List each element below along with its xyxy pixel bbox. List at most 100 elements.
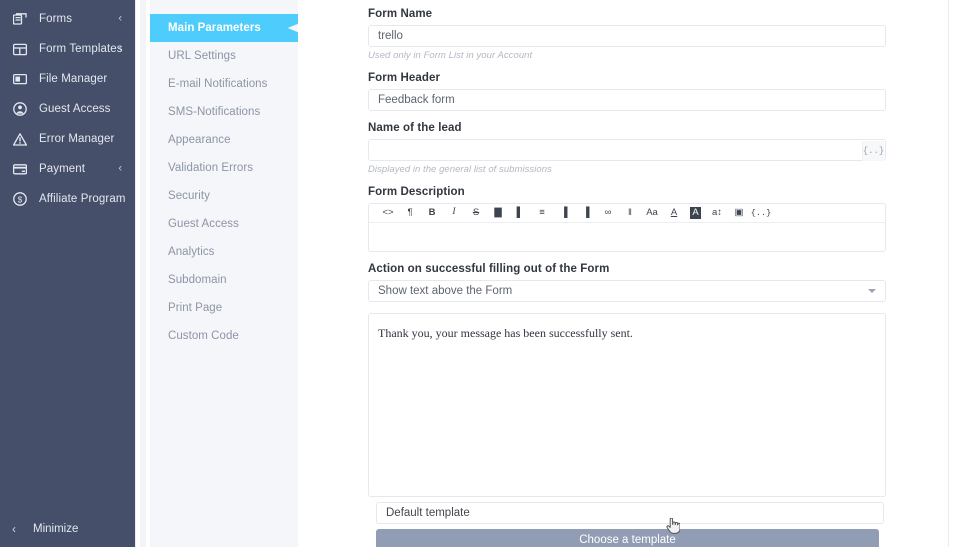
submenu-item-label: Custom Code <box>168 330 239 342</box>
indent-increase-icon[interactable]: ▐ <box>553 204 575 222</box>
sidebar-item-file-manager[interactable]: File Manager <box>0 64 135 94</box>
submenu-item-guest-access[interactable]: Guest Access <box>150 210 298 238</box>
form-description-editor: <> ¶ B I S ▇ ▌ ≡ ▐ ▐ ∞ ‖ Aa A A a↕ ▣ {..… <box>368 203 886 252</box>
success-action-value: Show text above the Form <box>378 285 513 297</box>
choose-template-button[interactable]: Choose a template <box>376 529 879 547</box>
submenu-item-url-settings[interactable]: URL Settings <box>150 42 298 70</box>
text-color-icon[interactable]: A <box>663 204 685 222</box>
sidebar-item-label: Affiliate Program <box>39 193 126 205</box>
line-height-icon[interactable]: a↕ <box>706 204 728 222</box>
sidebar-item-label: File Manager <box>39 73 108 85</box>
highlight-color-icon[interactable]: A <box>690 207 701 219</box>
insert-image-icon[interactable]: ▣ <box>728 204 750 222</box>
submenu-item-main-parameters[interactable]: Main Parameters <box>150 14 298 42</box>
align-left-icon[interactable]: ▇ <box>487 204 509 222</box>
form-description-field-group: Form Description <> ¶ B I S ▇ ▌ ≡ ▐ ▐ ∞ <box>368 186 886 252</box>
submenu-item-email-notifications[interactable]: E-mail Notifications <box>150 70 298 98</box>
submenu-item-label: Security <box>168 190 210 202</box>
bold-icon[interactable]: B <box>421 204 443 222</box>
strikethrough-icon[interactable]: S <box>465 204 487 222</box>
submenu-item-custom-code[interactable]: Custom Code <box>150 322 298 350</box>
chevron-left-icon[interactable]: ‹ <box>118 163 122 175</box>
dollar-circle-icon: $ <box>10 189 30 209</box>
form-name-field-group: Form Name trello Used only in Form List … <box>368 8 886 61</box>
chevron-left-icon[interactable]: ‹ <box>118 13 122 25</box>
submenu-item-print-page[interactable]: Print Page <box>150 294 298 322</box>
submenu-item-label: Appearance <box>168 134 231 146</box>
svg-text:$: $ <box>18 195 23 204</box>
editor-toolbar: <> ¶ B I S ▇ ▌ ≡ ▐ ▐ ∞ ‖ Aa A A a↕ ▣ {..… <box>369 204 885 223</box>
chevron-left-icon: ‹ <box>12 522 16 536</box>
form-description-label: Form Description <box>368 186 465 198</box>
user-circle-icon <box>10 99 30 119</box>
submenu-item-subdomain[interactable]: Subdomain <box>150 266 298 294</box>
settings-submenu: Main Parameters URL Settings E-mail Noti… <box>150 0 298 547</box>
submenu-item-label: Print Page <box>168 302 223 314</box>
indent-left-icon[interactable]: ▌ <box>509 204 531 222</box>
bullet-list-icon[interactable]: ≡ <box>531 204 553 222</box>
link-icon[interactable]: ∞ <box>597 204 619 222</box>
submenu-item-label: SMS-Notifications <box>168 106 261 118</box>
indent-decrease-icon[interactable]: ▐ <box>575 204 597 222</box>
success-action-label: Action on successful filling out of the … <box>368 263 610 275</box>
merge-tag-icon[interactable]: {..} <box>862 141 884 161</box>
template-name-input[interactable]: Default template <box>376 502 884 524</box>
sidebar-item-forms[interactable]: Forms ‹ <box>0 4 135 34</box>
font-size-icon[interactable]: Aa <box>641 204 663 222</box>
form-name-input[interactable]: trello <box>368 25 886 47</box>
submenu-item-appearance[interactable]: Appearance <box>150 126 298 154</box>
submenu-item-analytics[interactable]: Analytics <box>150 238 298 266</box>
pilcrow-icon[interactable]: ¶ <box>399 204 421 222</box>
main-content: Form Name trello Used only in Form List … <box>298 0 960 547</box>
sidebar-item-label: Form Templates <box>39 43 123 55</box>
success-message-text: Thank you, your message has been success… <box>378 326 633 340</box>
template-name-value: Default template <box>386 507 470 519</box>
lead-name-field-group: Name of the lead {..} Displayed in the g… <box>368 122 886 175</box>
italic-icon[interactable]: I <box>443 204 465 222</box>
success-message-box[interactable]: Thank you, your message has been success… <box>368 313 886 497</box>
submenu-item-security[interactable]: Security <box>150 182 298 210</box>
sidebar-item-affiliate-program[interactable]: $ Affiliate Program <box>0 184 135 214</box>
submenu-list: Main Parameters URL Settings E-mail Noti… <box>150 14 298 350</box>
merge-tag-icon[interactable]: {..} <box>750 204 772 222</box>
lead-name-input[interactable]: {..} <box>368 139 886 161</box>
chevron-down-icon <box>868 289 876 293</box>
form-header-input[interactable]: Feedback form <box>368 89 886 111</box>
form-header-field-group: Form Header Feedback form <box>368 72 886 111</box>
sidebar-item-label: Error Manager <box>39 133 115 145</box>
form-header-value: Feedback form <box>378 94 455 106</box>
minimize-label: Minimize <box>33 523 79 535</box>
sidebar-item-guest-access[interactable]: Guest Access <box>0 94 135 124</box>
sidebar-item-label: Payment <box>39 163 86 175</box>
submenu-item-label: E-mail Notifications <box>168 78 268 90</box>
templates-icon <box>10 39 30 59</box>
sidebar-item-error-manager[interactable]: Error Manager <box>0 124 135 154</box>
credit-card-icon <box>10 159 30 179</box>
form-name-hint: Used only in Form List in your Account <box>368 50 533 61</box>
content-scrollbar[interactable] <box>948 0 949 547</box>
form-name-label: Form Name <box>368 8 433 20</box>
chevron-left-icon[interactable]: ‹ <box>118 43 122 55</box>
form-description-input[interactable] <box>369 223 885 251</box>
sidebar-item-payment[interactable]: Payment ‹ <box>0 154 135 184</box>
submenu-item-sms-notifications[interactable]: SMS-Notifications <box>150 98 298 126</box>
submenu-item-validation-errors[interactable]: Validation Errors <box>150 154 298 182</box>
submenu-item-label: Validation Errors <box>168 162 254 174</box>
file-manager-icon <box>10 69 30 89</box>
source-code-icon[interactable]: <> <box>377 204 399 222</box>
sidebar-minimize-button[interactable]: ‹ Minimize <box>0 511 135 547</box>
forms-icon <box>10 9 30 29</box>
sidebar-scroll-gutter[interactable] <box>135 0 150 547</box>
form-name-value: trello <box>378 30 403 42</box>
lead-name-hint: Displayed in the general list of submiss… <box>368 164 552 175</box>
table-icon[interactable]: ‖ <box>619 204 641 222</box>
success-action-field-group: Action on successful filling out of the … <box>368 263 886 302</box>
submenu-item-label: Main Parameters <box>168 22 261 34</box>
form-settings-panel: Form Name trello Used only in Form List … <box>368 8 886 547</box>
submenu-item-label: Subdomain <box>168 274 227 286</box>
submenu-item-label: Guest Access <box>168 218 239 230</box>
sidebar-item-form-templates[interactable]: Form Templates ‹ <box>0 34 135 64</box>
success-action-select[interactable]: Show text above the Form <box>368 280 886 302</box>
submenu-item-label: URL Settings <box>168 50 236 62</box>
main-sidebar: Forms ‹ Form Templates ‹ File Manager Gu… <box>0 0 135 547</box>
